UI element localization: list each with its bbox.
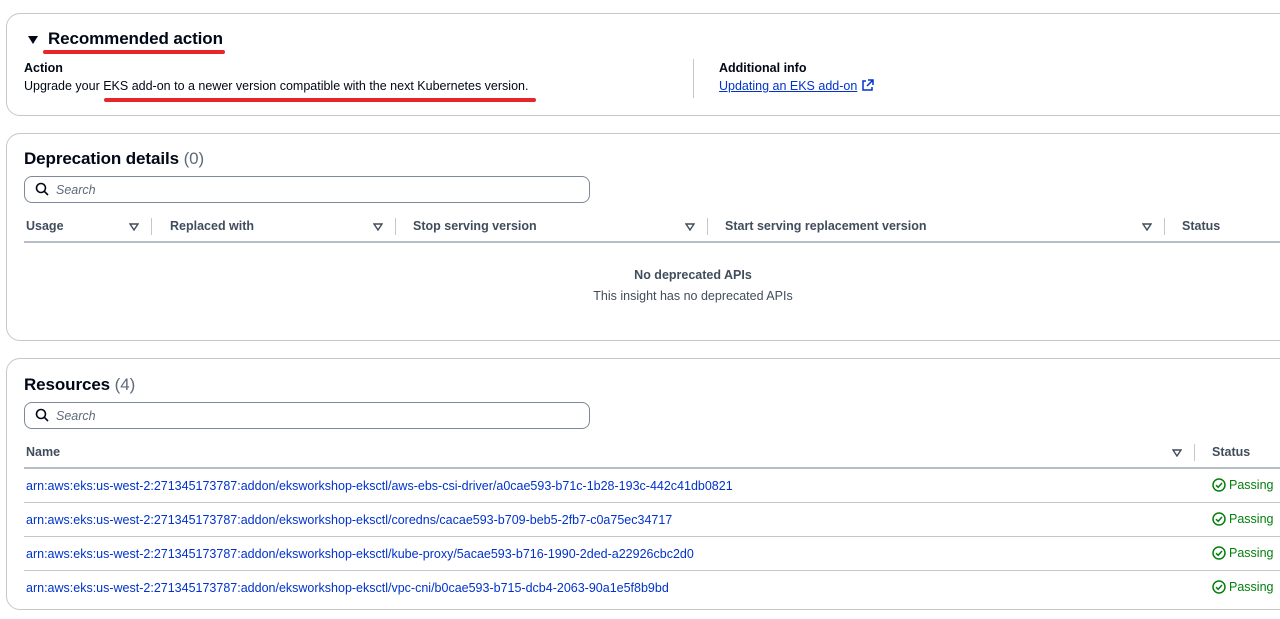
deprecation-details-title: Deprecation details [24,149,179,168]
resources-title: Resources [24,375,111,394]
column-header-stop-serving-version[interactable]: Stop serving version [413,219,537,233]
status-badge: Passing [1212,580,1273,594]
table-header-divider [24,467,1280,469]
deprecation-search-input[interactable] [56,180,556,199]
status-text: Passing [1229,580,1274,594]
recommended-action-panel: Recommended action Action Upgrade your E… [6,13,1280,116]
action-text: Upgrade your EKS add-on to a newer versi… [24,79,529,93]
check-circle-icon [1212,512,1226,526]
updating-addon-link-text[interactable]: Updating an EKS add-on [719,79,857,93]
empty-state-text: This insight has no deprecated APIs [593,289,793,303]
deprecation-details-heading: Deprecation details (0) [24,149,204,169]
updating-addon-link[interactable]: Updating an EKS add-on [719,78,875,93]
action-label: Action [24,61,63,75]
resources-search-input[interactable] [56,406,556,425]
additional-info-label: Additional info [719,61,807,75]
column-header-status[interactable]: Status [1212,445,1250,459]
search-icon [35,182,49,196]
resource-link[interactable]: arn:aws:eks:us-west-2:271345173787:addon… [26,581,669,595]
deprecation-count: (0) [183,149,205,168]
external-link-icon [862,79,875,91]
status-badge: Passing [1212,512,1273,526]
empty-state-title: No deprecated APIs [634,268,752,282]
status-text: Passing [1229,512,1274,526]
column-separator[interactable] [151,218,152,235]
row-divider [24,536,1280,537]
column-separator[interactable] [1164,218,1165,235]
resource-link[interactable]: arn:aws:eks:us-west-2:271345173787:addon… [26,547,694,561]
annotation-underline-title [43,50,225,54]
table-header-divider [24,241,1280,243]
deprecation-search[interactable] [24,176,590,203]
status-badge: Passing [1212,478,1273,492]
sort-icon[interactable] [1172,449,1182,457]
status-badge: Passing [1212,546,1273,560]
sort-icon[interactable] [685,223,695,231]
search-icon [35,408,49,422]
sort-icon[interactable] [129,223,139,231]
row-divider [24,570,1280,571]
resources-search[interactable] [24,402,590,429]
deprecation-details-panel: Deprecation details (0) Usage Replaced w… [6,133,1280,341]
column-header-usage[interactable]: Usage [26,219,64,233]
check-circle-icon [1212,580,1226,594]
annotation-underline-action [104,98,536,102]
column-header-status[interactable]: Status [1182,219,1220,233]
column-divider [693,59,694,98]
row-divider [24,502,1280,503]
resource-link[interactable]: arn:aws:eks:us-west-2:271345173787:addon… [26,479,733,493]
resource-link[interactable]: arn:aws:eks:us-west-2:271345173787:addon… [26,513,672,527]
resources-count: (4) [114,375,136,394]
column-header-name[interactable]: Name [26,445,60,459]
resources-heading: Resources (4) [24,375,135,395]
status-text: Passing [1229,478,1274,492]
check-circle-icon [1212,478,1226,492]
check-circle-icon [1212,546,1226,560]
column-header-start-serving-replacement[interactable]: Start serving replacement version [725,219,926,233]
caret-down-icon[interactable] [27,34,39,46]
sort-icon[interactable] [1142,223,1152,231]
resources-panel: Resources (4) Name Status arn:aws:eks:us… [6,358,1280,610]
sort-icon[interactable] [373,223,383,231]
column-separator[interactable] [395,218,396,235]
status-text: Passing [1229,546,1274,560]
recommended-action-title[interactable]: Recommended action [48,29,223,49]
column-separator[interactable] [707,218,708,235]
column-separator[interactable] [1194,444,1195,461]
column-header-replaced-with[interactable]: Replaced with [170,219,254,233]
